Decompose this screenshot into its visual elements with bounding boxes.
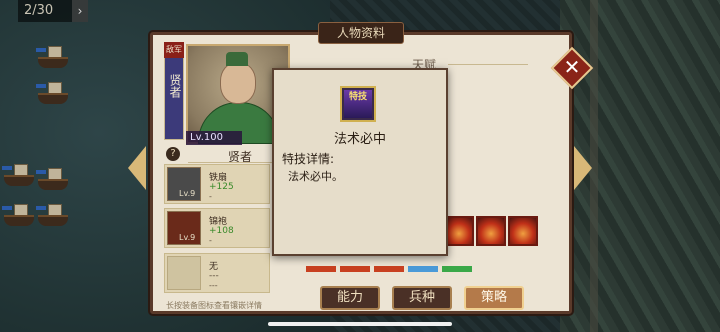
equipment-level: Lv.9	[179, 233, 196, 242]
ship-unit[interactable]	[2, 204, 36, 226]
equipment-slot[interactable]: Lv.9 铁扇 +125 -	[164, 164, 270, 204]
help-icon[interactable]: ?	[166, 147, 180, 161]
equipment-level: Lv.9	[179, 189, 196, 198]
equipment-stat: +108	[209, 226, 234, 236]
skill-icon[interactable]	[340, 266, 370, 272]
portrait-face	[220, 62, 256, 104]
counter-arrow-icon[interactable]: ›	[72, 0, 88, 22]
skill-icon[interactable]	[374, 266, 404, 272]
faction-badge-label: 敌军	[164, 42, 184, 58]
equipment-slot[interactable]: Lv.9 锦袍 +108 -	[164, 208, 270, 248]
hero-name: 贤者	[227, 150, 252, 164]
skill-icon[interactable]	[442, 266, 472, 272]
skill-detail-text: 法术必中。	[288, 170, 343, 183]
skill-title: 法术必中	[333, 132, 386, 147]
close-icon[interactable]: ✕	[557, 53, 587, 83]
fire-skill-icon[interactable]	[444, 216, 474, 246]
special-skill-icon-label: 特技	[344, 90, 372, 118]
home-indicator[interactable]	[268, 322, 452, 326]
tab-troops[interactable]: 兵种	[392, 286, 452, 310]
equipment-slot[interactable]: 无 --- ---	[164, 253, 270, 293]
ship-unit[interactable]	[36, 168, 70, 190]
ship-unit[interactable]	[36, 204, 70, 226]
equipment-extra: -	[209, 192, 212, 201]
hero-level: Lv.100	[186, 131, 242, 145]
equipment-stat: ---	[209, 271, 219, 281]
next-character-arrow-icon[interactable]	[574, 146, 592, 190]
tab-ability[interactable]: 能力	[320, 286, 380, 310]
fire-skill-icon[interactable]	[476, 216, 506, 246]
equipment-stat: +125	[209, 182, 234, 192]
empty-slot-icon	[167, 256, 201, 290]
hero-class-label: 贤者	[168, 74, 182, 98]
skill-icon[interactable]	[306, 266, 336, 272]
ship-unit[interactable]	[2, 164, 36, 186]
prev-character-arrow-icon[interactable]	[128, 146, 146, 190]
skill-icon[interactable]	[408, 266, 438, 272]
portrait-hat	[226, 52, 248, 66]
skill-detail-label: 特技详情:	[282, 152, 335, 166]
equipment-extra: ---	[209, 281, 218, 290]
tab-strategy[interactable]: 策略	[464, 286, 524, 310]
equipment-hint: 长按装备图标查看镶嵌详情	[166, 301, 262, 310]
ship-unit[interactable]	[36, 82, 70, 104]
equipment-extra: -	[209, 236, 212, 245]
fire-skill-icon[interactable]	[508, 216, 538, 246]
panel-title: 人物资料	[318, 22, 404, 44]
ship-unit[interactable]	[36, 46, 70, 68]
divider	[448, 64, 528, 65]
